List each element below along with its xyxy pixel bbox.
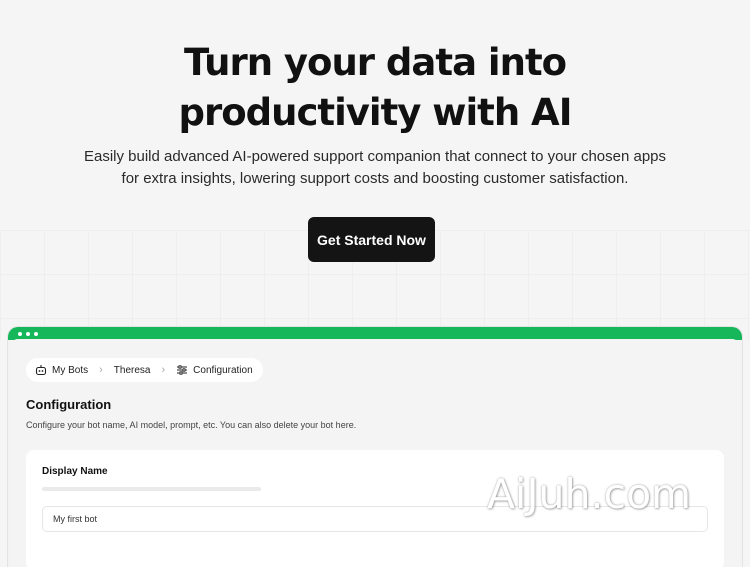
display-name-label: Display Name [42, 466, 108, 477]
sliders-icon [177, 365, 188, 375]
app-preview-window: My Bots › Theresa › Configuration Config… [8, 327, 742, 567]
window-dot-icon [18, 332, 22, 336]
section-description: Configure your bot name, AI model, promp… [26, 420, 357, 430]
breadcrumb-item-my-bots[interactable]: My Bots [35, 364, 88, 376]
robot-icon [35, 365, 47, 376]
breadcrumb-item-configuration[interactable]: Configuration [176, 364, 253, 376]
watermark: AiJuh.com [487, 470, 692, 518]
breadcrumb-label: Theresa [113, 364, 151, 376]
window-dot-icon [34, 332, 38, 336]
breadcrumb-label: My Bots [52, 364, 89, 376]
get-started-button[interactable]: Get Started Now [308, 217, 435, 262]
hero-subtext: Easily build advanced AI-powered support… [83, 148, 667, 187]
breadcrumb: My Bots › Theresa › Configuration [26, 358, 263, 382]
breadcrumb-item-theresa[interactable]: Theresa [114, 365, 151, 376]
section-title: Configuration [26, 397, 112, 412]
chevron-right-icon: › [99, 364, 103, 376]
skeleton-line [42, 487, 261, 491]
breadcrumb-label: Configuration [193, 364, 253, 376]
window-dot-icon [26, 332, 30, 336]
hero-headline: Turn your data into productivity with AI [178, 41, 573, 134]
chevron-right-icon: › [161, 364, 166, 376]
app-content: My Bots › Theresa › Configuration Config… [10, 339, 740, 567]
